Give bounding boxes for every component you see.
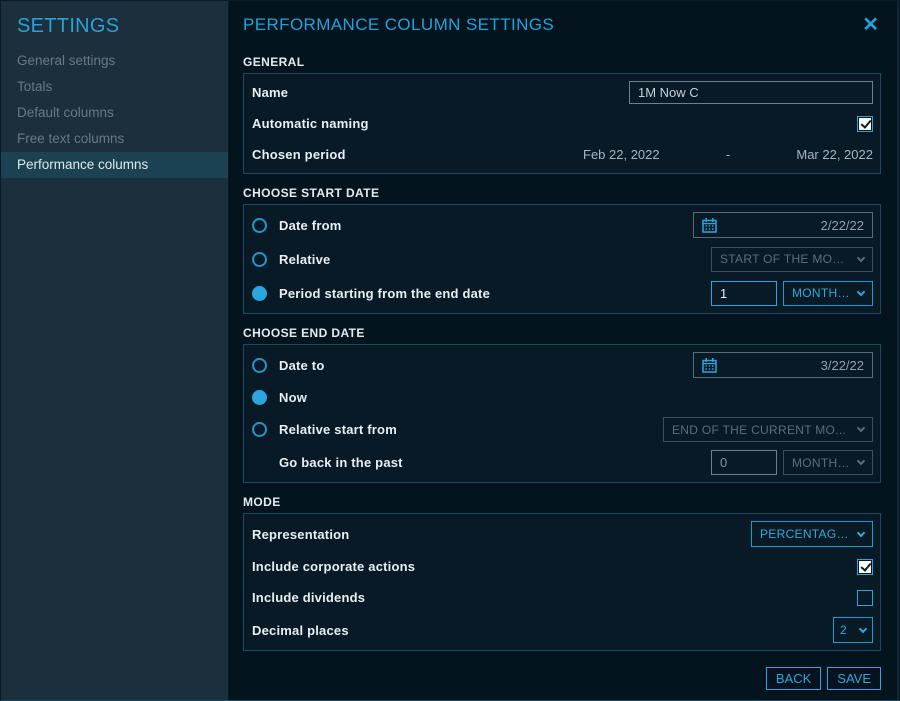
period-starting-radio-icon[interactable] [252, 286, 267, 301]
relative-start-dropdown[interactable]: END OF THE CURRENT MO... [663, 417, 873, 442]
end-date-section-label: CHOOSE END DATE [243, 326, 881, 340]
automatic-naming-label: Automatic naming [252, 116, 369, 131]
date-to-field[interactable]: 3/22/22 [693, 352, 873, 378]
representation-dropdown[interactable]: PERCENTAGE % [751, 521, 873, 547]
sidebar-item-totals[interactable]: Totals [1, 74, 228, 100]
relative-row: Relative START OF THE MONTH [244, 242, 880, 276]
include-dividends-row: Include dividends [244, 582, 880, 613]
include-dividends-label: Include dividends [252, 590, 365, 605]
representation-row: Representation PERCENTAGE % [244, 517, 880, 551]
start-date-section: Date from [243, 204, 881, 314]
decimal-places-row: Decimal places 2 [244, 613, 880, 647]
chosen-period-values: Feb 22, 2022 - Mar 22, 2022 [583, 147, 873, 162]
go-back-count-input[interactable] [711, 450, 777, 475]
sidebar-item-performance-columns[interactable]: Performance columns [1, 152, 228, 178]
date-from-value: 2/22/22 [821, 218, 864, 233]
name-row: Name [244, 77, 880, 108]
date-to-value: 3/22/22 [821, 358, 864, 373]
automatic-naming-row: Automatic naming [244, 108, 880, 139]
date-to-label: Date to [279, 358, 324, 373]
decimal-places-value: 2 [840, 623, 847, 637]
chosen-period-row: Chosen period Feb 22, 2022 - Mar 22, 202… [244, 139, 880, 170]
relative-radio-icon[interactable] [252, 252, 267, 267]
sidebar-item-general-settings[interactable]: General settings [1, 48, 228, 74]
relative-label: Relative [279, 252, 330, 267]
include-corporate-actions-checkbox[interactable] [857, 559, 873, 575]
decimal-places-label: Decimal places [252, 623, 349, 638]
date-from-radio-option[interactable]: Date from [252, 218, 341, 233]
go-back-label: Go back in the past [279, 455, 403, 470]
period-separator: - [726, 147, 730, 162]
close-icon[interactable]: ✕ [860, 15, 881, 35]
save-button[interactable]: SAVE [827, 667, 881, 690]
date-from-row: Date from [244, 208, 880, 242]
period-starting-radio-option[interactable]: Period starting from the end date [252, 286, 490, 301]
mode-section-label: MODE [243, 495, 881, 509]
sidebar-item-free-text-columns[interactable]: Free text columns [1, 126, 228, 152]
decimal-places-dropdown[interactable]: 2 [833, 617, 873, 643]
calendar-icon [702, 358, 717, 373]
period-end-date: Mar 22, 2022 [796, 147, 873, 162]
date-to-row: Date to [244, 348, 880, 382]
general-section-label: GENERAL [243, 55, 881, 69]
chosen-period-label: Chosen period [252, 147, 346, 162]
relative-start-row: Relative start from END OF THE CURRENT M… [244, 413, 880, 446]
date-to-radio-option[interactable]: Date to [252, 358, 324, 373]
date-from-radio-icon[interactable] [252, 218, 267, 233]
go-back-controls: MONTH(S) [711, 450, 873, 475]
name-input[interactable] [629, 81, 873, 104]
now-row: Now [244, 382, 880, 413]
sidebar-item-default-columns[interactable]: Default columns [1, 100, 228, 126]
sidebar: SETTINGS General settings Totals Default… [1, 1, 229, 700]
back-button[interactable]: BACK [766, 667, 821, 690]
performance-column-settings-panel: PERFORMANCE COLUMN SETTINGS ✕ GENERAL Na… [229, 1, 899, 700]
relative-start-radio-option[interactable]: Relative start from [252, 422, 397, 437]
panel-title: PERFORMANCE COLUMN SETTINGS [243, 15, 554, 35]
period-starting-controls: MONTH(S) [711, 281, 873, 306]
calendar-icon [702, 218, 717, 233]
representation-value: PERCENTAGE % [760, 527, 850, 541]
relative-start-dropdown-value: END OF THE CURRENT MO... [672, 423, 846, 437]
panel-header: PERFORMANCE COLUMN SETTINGS ✕ [243, 1, 881, 49]
mode-section: Representation PERCENTAGE % Include corp… [243, 513, 881, 651]
period-unit-value: MONTH(S) [792, 286, 850, 300]
chevron-down-icon [857, 457, 865, 465]
now-radio-icon[interactable] [252, 390, 267, 405]
chevron-down-icon [857, 528, 865, 536]
chevron-down-icon [857, 424, 865, 432]
automatic-naming-checkbox[interactable] [857, 116, 873, 132]
include-corporate-actions-row: Include corporate actions [244, 551, 880, 582]
relative-start-label: Relative start from [279, 422, 397, 437]
end-date-section: Date to [243, 344, 881, 483]
period-start-date: Feb 22, 2022 [583, 147, 660, 162]
now-radio-option[interactable]: Now [252, 390, 307, 405]
include-corporate-actions-label: Include corporate actions [252, 559, 415, 574]
include-dividends-checkbox[interactable] [857, 590, 873, 606]
settings-window: SETTINGS General settings Totals Default… [0, 0, 900, 701]
chevron-down-icon [859, 624, 867, 632]
name-label: Name [252, 85, 288, 100]
go-back-unit-value: MONTH(S) [792, 456, 850, 470]
period-count-input[interactable] [711, 281, 777, 306]
date-from-field[interactable]: 2/22/22 [693, 212, 873, 238]
representation-label: Representation [252, 527, 349, 542]
period-starting-row: Period starting from the end date MONTH(… [244, 276, 880, 310]
date-to-radio-icon[interactable] [252, 358, 267, 373]
relative-start-radio-icon[interactable] [252, 422, 267, 437]
relative-dropdown[interactable]: START OF THE MONTH [711, 247, 873, 272]
date-from-label: Date from [279, 218, 341, 233]
period-starting-label: Period starting from the end date [279, 286, 490, 301]
period-unit-dropdown[interactable]: MONTH(S) [783, 281, 873, 306]
general-section: Name Automatic naming Chosen period Feb … [243, 73, 881, 174]
start-date-section-label: CHOOSE START DATE [243, 186, 881, 200]
sidebar-title: SETTINGS [1, 13, 228, 48]
footer-actions: BACK SAVE [243, 667, 881, 690]
go-back-row: Go back in the past MONTH(S) [244, 446, 880, 479]
relative-radio-option[interactable]: Relative [252, 252, 330, 267]
go-back-unit-dropdown[interactable]: MONTH(S) [783, 450, 873, 475]
chevron-down-icon [857, 253, 865, 261]
relative-dropdown-value: START OF THE MONTH [720, 252, 850, 266]
chevron-down-icon [857, 287, 865, 295]
now-label: Now [279, 390, 307, 405]
